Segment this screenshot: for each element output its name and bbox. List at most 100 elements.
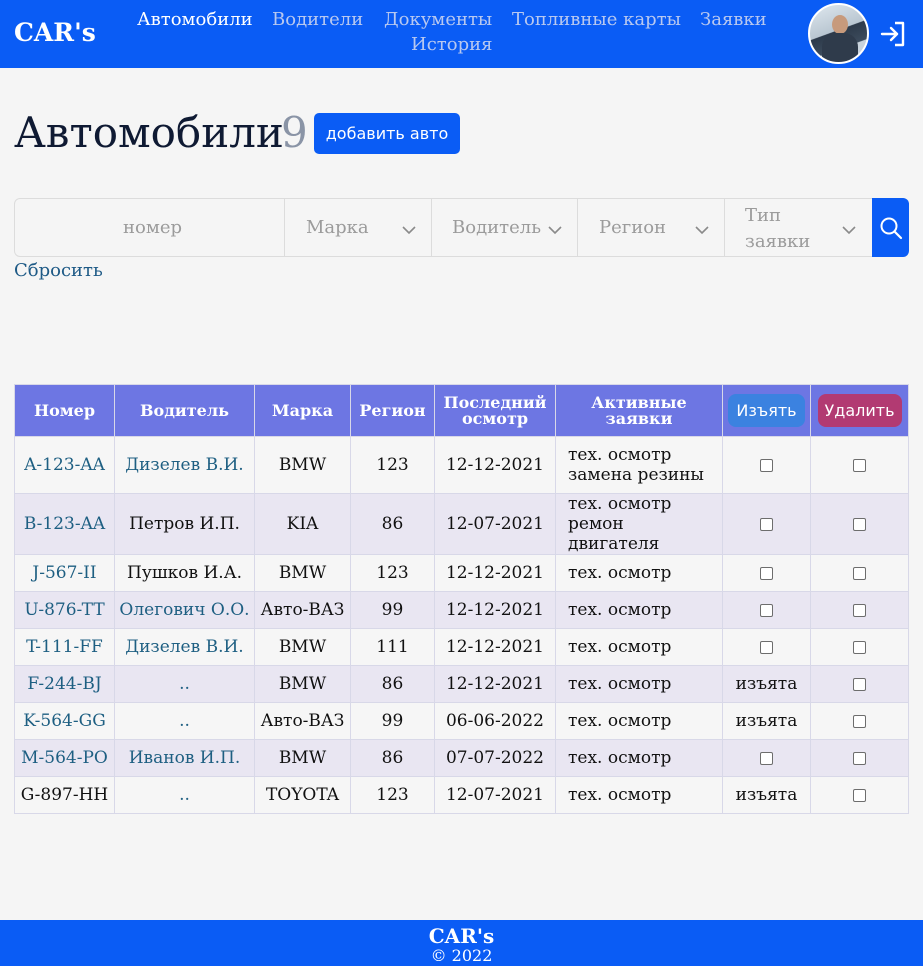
number-filter-placeholder: номер: [123, 217, 183, 238]
add-car-button[interactable]: добавить авто: [314, 113, 460, 154]
seize-cell: [722, 628, 811, 666]
car-number-link[interactable]: A-123-AA: [14, 436, 115, 494]
nav-item-requests[interactable]: Заявки: [700, 9, 767, 30]
driver-link[interactable]: Иванов И.П.: [114, 739, 255, 777]
region-filter-select[interactable]: Регион: [578, 199, 725, 256]
column-header-seize: Изъять: [722, 384, 811, 437]
seize-cell: [722, 436, 811, 494]
seize-cell: [722, 493, 811, 555]
driver-link[interactable]: Олегович О.О.: [114, 591, 255, 629]
column-header-brand[interactable]: Марка: [254, 384, 351, 437]
driver-link[interactable]: Дизелев В.И.: [114, 628, 255, 666]
delete-checkbox[interactable]: [853, 752, 866, 765]
car-number-link[interactable]: T-111-FF: [14, 628, 115, 666]
active-requests-cell: тех. осмотр: [555, 628, 723, 666]
car-number-link[interactable]: B-123-AA: [14, 493, 115, 555]
request-item: тех. осмотр: [568, 445, 672, 465]
brand-cell: BMW: [254, 628, 351, 666]
table-row[interactable]: T-111-FF Дизелев В.И. BMW 111 12-12-2021 тех.…: [14, 628, 909, 666]
delete-checkbox[interactable]: [853, 641, 866, 654]
last-inspection-cell: 07-07-2022: [434, 739, 556, 777]
logout-icon[interactable]: [879, 20, 907, 48]
car-number-link[interactable]: J-567-II: [14, 554, 115, 592]
brand-cell: BMW: [254, 739, 351, 777]
driver-filter-select[interactable]: Водитель: [432, 199, 578, 256]
top-navbar: CAR's Автомобили Водители Документы Топл…: [0, 0, 923, 68]
nav-item-drivers[interactable]: Водители: [272, 9, 363, 30]
seize-checkbox[interactable]: [760, 752, 773, 765]
last-inspection-cell: 12-07-2021: [434, 776, 556, 814]
car-number-link[interactable]: F-244-BJ: [14, 665, 115, 703]
driver-link[interactable]: Пушков И.А.: [114, 554, 255, 592]
seize-button[interactable]: Изъять: [728, 394, 805, 427]
column-header-driver[interactable]: Водитель: [114, 384, 255, 437]
table-row[interactable]: A-123-AA Дизелев В.И. BMW 123 12-12-2021 тех.…: [14, 436, 909, 494]
nav-item-documents[interactable]: Документы: [384, 9, 492, 30]
table-row[interactable]: B-123-AA Петров И.П. KIA 86 12-07-2021 тех. о…: [14, 493, 909, 555]
seize-checkbox[interactable]: [760, 567, 773, 580]
table-row[interactable]: U-876-TT Олегович О.О. Авто-ВАЗ 99 12-12-202…: [14, 591, 909, 629]
delete-checkbox[interactable]: [853, 789, 866, 802]
delete-checkbox[interactable]: [853, 715, 866, 728]
car-number-link[interactable]: U-876-TT: [14, 591, 115, 629]
column-header-last-inspection[interactable]: Последний осмотр: [434, 384, 556, 437]
seize-checkbox[interactable]: [760, 518, 773, 531]
app-logo[interactable]: CAR's: [14, 18, 96, 47]
table-row[interactable]: J-567-II Пушков И.А. BMW 123 12-12-2021 тех. …: [14, 554, 909, 592]
seized-status: изъята: [735, 785, 798, 805]
footer: CAR's © 2022: [0, 920, 923, 966]
request-item: тех. осмотр: [568, 785, 672, 805]
avatar-head: [832, 15, 848, 34]
number-filter-input[interactable]: номер: [15, 199, 285, 256]
seize-cell: изъята: [722, 665, 811, 703]
seize-cell: изъята: [722, 702, 811, 740]
seize-cell: [722, 591, 811, 629]
search-button[interactable]: [872, 198, 909, 257]
driver-link[interactable]: Дизелев В.И.: [114, 436, 255, 494]
nav-item-cars[interactable]: Автомобили: [137, 9, 253, 30]
active-requests-cell: тех. осмотр: [555, 591, 723, 629]
delete-cell: [810, 739, 909, 777]
delete-checkbox[interactable]: [853, 604, 866, 617]
table-row[interactable]: M-564-PO Иванов И.П. BMW 86 07-07-2022 тех. о…: [14, 739, 909, 777]
seize-checkbox[interactable]: [760, 604, 773, 617]
table-row[interactable]: G-897-HH.. TOYOTA 123 12-07-2021 тех. осмотр…: [14, 776, 909, 814]
driver-filter-label: Водитель: [452, 217, 541, 238]
request-type-filter-select[interactable]: Тип заявки: [725, 199, 872, 256]
delete-checkbox[interactable]: [853, 459, 866, 472]
reset-filters-link[interactable]: Сбросить: [14, 260, 103, 281]
seize-checkbox[interactable]: [760, 459, 773, 472]
table-row[interactable]: F-244-BJ.. BMW 86 12-12-2021 тех. осмотр изъя…: [14, 665, 909, 703]
delete-checkbox[interactable]: [853, 678, 866, 691]
delete-cell: [810, 665, 909, 703]
driver-link[interactable]: ..: [114, 702, 255, 740]
delete-cell: [810, 702, 909, 740]
seize-checkbox[interactable]: [760, 641, 773, 654]
driver-link[interactable]: Петров И.П.: [114, 493, 255, 555]
car-number-link[interactable]: G-897-HH: [14, 776, 115, 814]
region-cell: 123: [350, 776, 435, 814]
brand-filter-select[interactable]: Марка: [285, 199, 432, 256]
car-number-link[interactable]: K-564-GG: [14, 702, 115, 740]
cars-count: 9: [281, 108, 308, 157]
driver-link[interactable]: ..: [114, 776, 255, 814]
delete-checkbox[interactable]: [853, 518, 866, 531]
user-avatar[interactable]: [808, 3, 869, 64]
table-row[interactable]: K-564-GG.. Авто-ВАЗ 99 06-06-2022 тех. осмот…: [14, 702, 909, 740]
brand-cell: Авто-ВАЗ: [254, 702, 351, 740]
region-cell: 99: [350, 591, 435, 629]
request-item: замена резины: [568, 465, 704, 485]
column-header-number[interactable]: Номер: [14, 384, 115, 437]
brand-cell: TOYOTA: [254, 776, 351, 814]
brand-cell: BMW: [254, 554, 351, 592]
delete-button[interactable]: Удалить: [817, 394, 902, 427]
column-header-active-requests[interactable]: Активные заявки: [555, 384, 723, 437]
nav-item-fuel-cards[interactable]: Топливные карты: [512, 9, 681, 30]
chevron-down-icon: [695, 226, 709, 235]
delete-checkbox[interactable]: [853, 567, 866, 580]
car-number-link[interactable]: M-564-PO: [14, 739, 115, 777]
nav-item-history[interactable]: История: [411, 34, 492, 55]
region-cell: 99: [350, 702, 435, 740]
driver-link[interactable]: ..: [114, 665, 255, 703]
column-header-region[interactable]: Регион: [350, 384, 435, 437]
